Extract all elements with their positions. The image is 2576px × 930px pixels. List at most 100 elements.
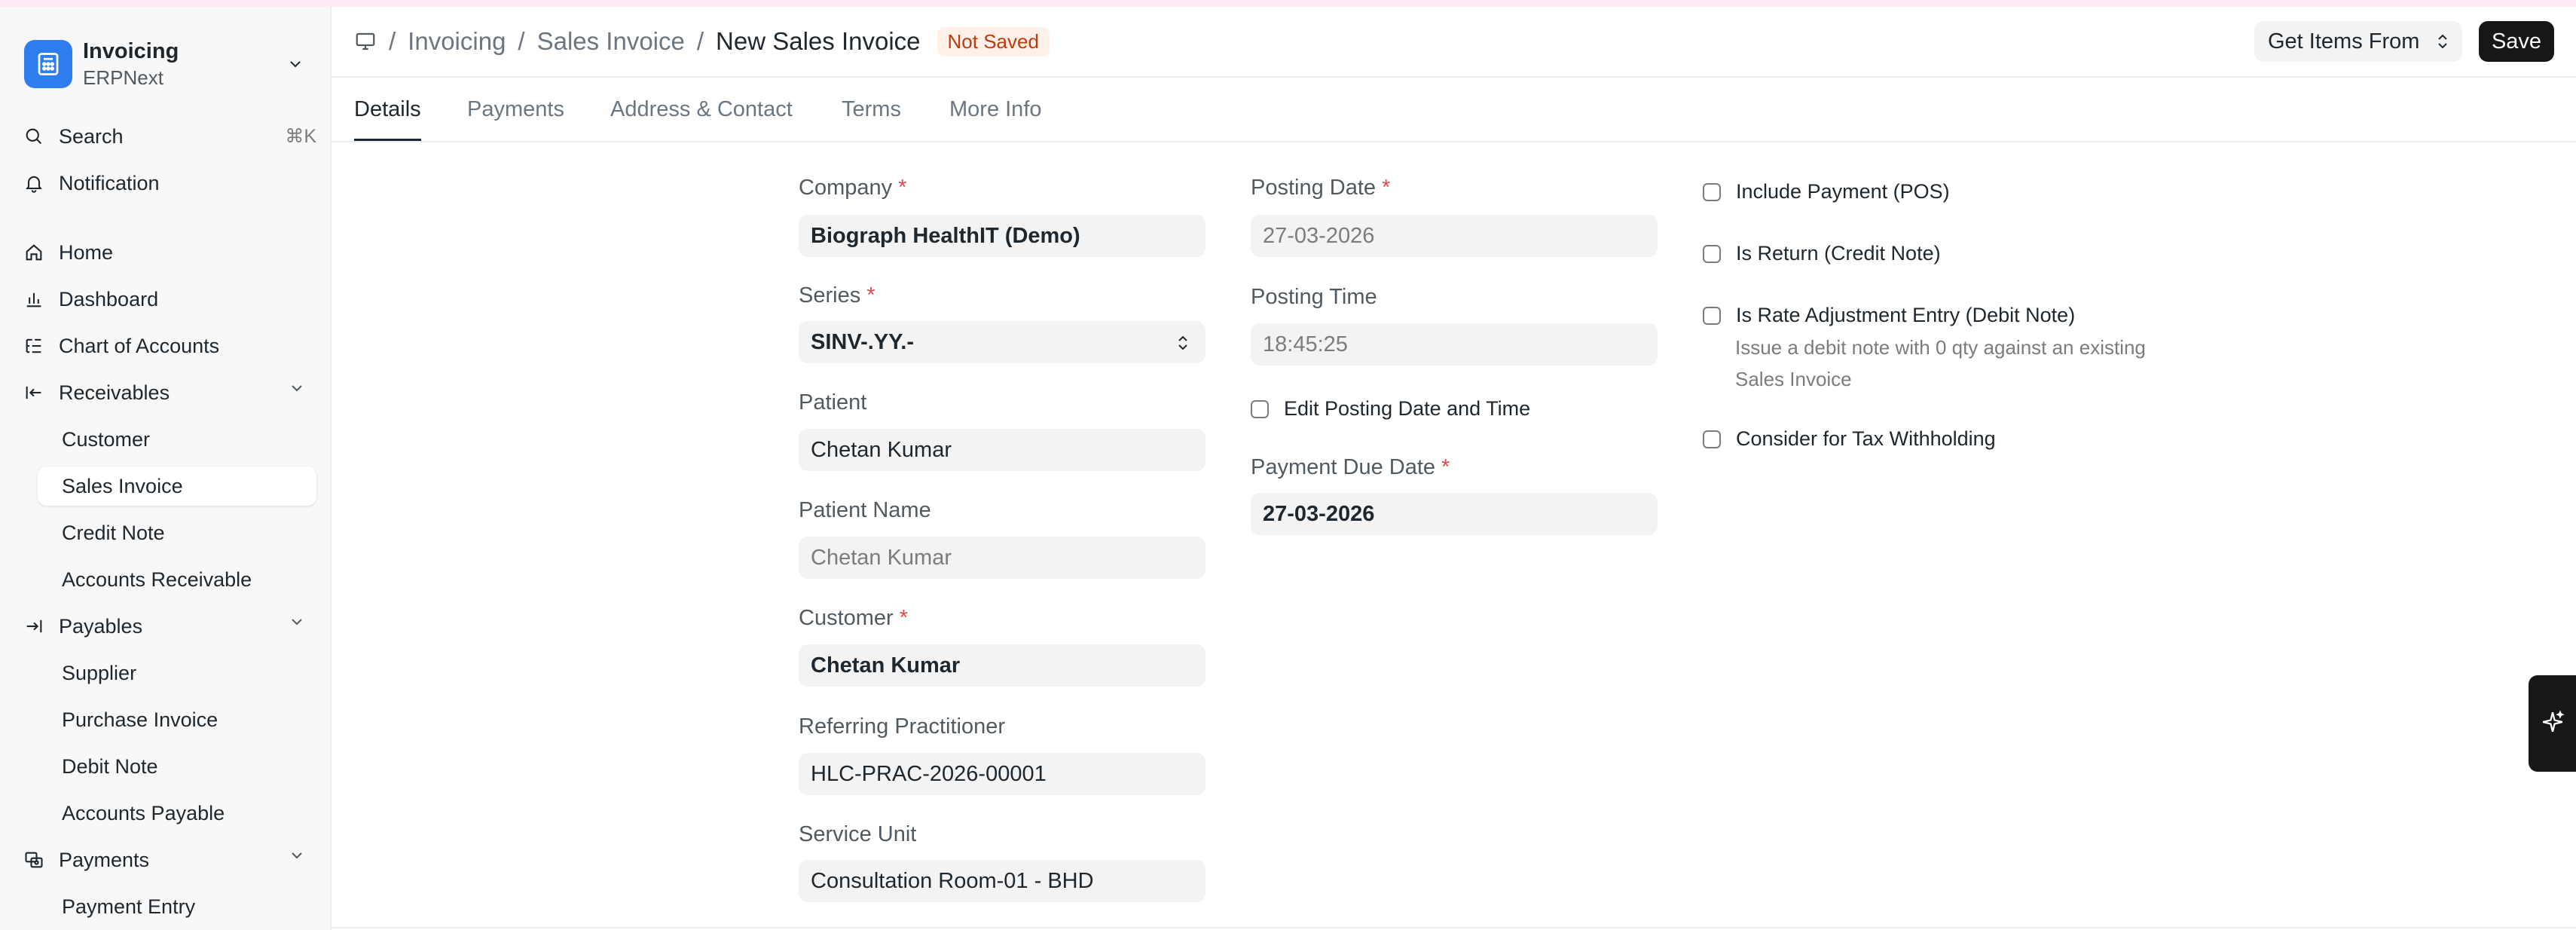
tab-details[interactable]: Details — [354, 91, 421, 141]
edit-posting-checkbox[interactable] — [1251, 399, 1269, 418]
tab-address-contact[interactable]: Address & Contact — [610, 91, 793, 141]
notification-label: Notification — [59, 171, 160, 194]
is-return-label: Is Return (Credit Note) — [1736, 242, 1941, 265]
edit-posting-checkbox-row[interactable]: Edit Posting Date and Time — [1251, 397, 1530, 421]
sidebar-search[interactable]: Search ⌘K — [23, 117, 316, 156]
tax-withholding-checkbox[interactable] — [1703, 430, 1721, 448]
breadcrumb: / Invoicing / Sales Invoice / New Sales … — [354, 25, 1050, 58]
content-bottom-border — [332, 927, 2576, 928]
chevron-down-icon[interactable] — [288, 379, 306, 402]
series-label-text: Series — [799, 283, 861, 307]
chevron-down-icon[interactable] — [288, 846, 306, 870]
payments-icon — [23, 849, 45, 871]
is-return-checkbox-row[interactable]: Is Return (Credit Note) — [1703, 242, 1941, 265]
sidebar-item-payables[interactable]: Payables — [23, 607, 316, 646]
sidebar-item-label: Customer — [62, 427, 151, 451]
bar-chart-icon — [23, 288, 45, 311]
arrow-right-bar-icon — [23, 615, 45, 638]
rate-adjustment-checkbox[interactable] — [1703, 306, 1721, 325]
chevron-down-icon[interactable] — [288, 613, 306, 636]
referring-practitioner-field[interactable]: HLC-PRAC-2026-00001 — [799, 753, 1205, 795]
required-mark: * — [1382, 176, 1391, 200]
sidebar-item-accounts-receivable[interactable]: Accounts Receivable — [38, 560, 316, 599]
breadcrumb-sales-invoice[interactable]: Sales Invoice — [537, 27, 685, 56]
search-label: Search — [59, 124, 124, 148]
tree-list-icon — [23, 335, 45, 357]
required-mark: * — [1441, 455, 1450, 479]
sidebar-item-purchase-invoice[interactable]: Purchase Invoice — [38, 700, 316, 739]
sidebar-item-label: Payments — [59, 848, 150, 871]
include-payment-checkbox[interactable] — [1703, 182, 1721, 201]
tab-more-info[interactable]: More Info — [949, 91, 1042, 141]
customer-field[interactable]: Chetan Kumar — [799, 644, 1205, 687]
sidebar-item-supplier[interactable]: Supplier — [38, 653, 316, 693]
sidebar-item-payments[interactable]: Payments — [23, 840, 316, 880]
sidebar-item-label: Purchase Invoice — [62, 708, 218, 731]
series-value: SINV-.YY.- — [811, 329, 914, 354]
sidebar-item-sales-invoice[interactable]: Sales Invoice — [38, 467, 316, 506]
app-switcher[interactable]: Invoicing ERPNext — [24, 29, 310, 99]
status-badge: Not Saved — [937, 26, 1050, 57]
service-unit-field[interactable]: Consultation Room-01 - BHD — [799, 860, 1205, 902]
sidebar-item-label: Home — [59, 240, 114, 264]
sidebar-item-label: Chart of Accounts — [59, 334, 220, 357]
rate-adjustment-help-text: Issue a debit note with 0 qty against an… — [1735, 336, 2146, 390]
customer-label: Customer * — [799, 606, 908, 631]
sidebar-notification[interactable]: Notification — [23, 164, 316, 203]
tab-payments[interactable]: Payments — [467, 91, 564, 141]
app-subtitle: ERPNext — [83, 66, 163, 89]
form-tabs: Details Payments Address & Contact Terms… — [332, 78, 2576, 142]
sidebar-item-label: Supplier — [62, 661, 137, 684]
save-button[interactable]: Save — [2479, 21, 2554, 62]
rate-adjustment-checkbox-row[interactable]: Is Rate Adjustment Entry (Debit Note) — [1703, 304, 2075, 327]
posting-date-field: 27-03-2026 — [1251, 215, 1658, 257]
include-payment-checkbox-row[interactable]: Include Payment (POS) — [1703, 180, 1950, 203]
posting-time-field: 18:45:25 — [1251, 323, 1658, 366]
payment-due-date-field[interactable]: 27-03-2026 — [1251, 493, 1658, 535]
sidebar-item-chart-of-accounts[interactable]: Chart of Accounts — [23, 326, 316, 366]
get-items-from-button[interactable]: Get Items From — [2254, 21, 2462, 62]
sidebar-item-label: Payment Entry — [62, 895, 196, 918]
invoicing-app-icon — [24, 40, 72, 88]
chevron-down-icon[interactable] — [280, 49, 310, 79]
sidebar-item-dashboard[interactable]: Dashboard — [23, 280, 316, 319]
tax-withholding-checkbox-row[interactable]: Consider for Tax Withholding — [1703, 427, 1996, 451]
sidebar-item-label: Debit Note — [62, 754, 158, 778]
patient-name-label: Patient Name — [799, 498, 931, 522]
select-arrows-icon — [1175, 333, 1190, 359]
tab-terms[interactable]: Terms — [842, 91, 901, 141]
sidebar-item-credit-note[interactable]: Credit Note — [38, 513, 316, 552]
app-title: Invoicing — [83, 39, 179, 63]
patient-field[interactable]: Chetan Kumar — [799, 429, 1205, 471]
service-unit-label: Service Unit — [799, 822, 917, 846]
referring-practitioner-label: Referring Practitioner — [799, 714, 1005, 739]
sidebar-item-debit-note[interactable]: Debit Note — [38, 747, 316, 786]
required-mark: * — [866, 283, 875, 307]
payment-due-date-label-text: Payment Due Date — [1251, 455, 1436, 479]
rate-adjustment-label: Is Rate Adjustment Entry (Debit Note) — [1736, 304, 2076, 326]
home-icon — [23, 241, 45, 264]
sidebar-item-accounts-payable[interactable]: Accounts Payable — [38, 794, 316, 833]
company-field[interactable]: Biograph HealthIT (Demo) — [799, 215, 1205, 257]
sidebar-item-home[interactable]: Home — [23, 233, 316, 272]
include-payment-label: Include Payment (POS) — [1736, 180, 1950, 203]
sidebar-item-payment-entry[interactable]: Payment Entry — [38, 887, 316, 926]
sidebar-item-receivables[interactable]: Receivables — [23, 373, 316, 412]
desktop-icon[interactable] — [354, 30, 377, 53]
search-shortcut: ⌘K — [285, 126, 316, 147]
breadcrumb-invoicing[interactable]: Invoicing — [408, 27, 506, 56]
posting-date-label-text: Posting Date — [1251, 176, 1377, 200]
is-return-checkbox[interactable] — [1703, 244, 1721, 263]
sidebar-item-label: Sales Invoice — [62, 474, 183, 497]
arrow-left-bar-icon — [23, 381, 45, 404]
patient-name-field: Chetan Kumar — [799, 537, 1205, 579]
posting-time-label: Posting Time — [1251, 285, 1377, 309]
posting-date-label: Posting Date * — [1251, 176, 1390, 200]
ai-assistant-button[interactable] — [2529, 675, 2576, 772]
company-label: Company * — [799, 176, 906, 200]
sidebar-item-label: Accounts Payable — [62, 801, 225, 824]
sidebar-item-customer[interactable]: Customer — [38, 420, 316, 459]
sparkle-icon — [2540, 709, 2565, 739]
series-select[interactable]: SINV-.YY.- — [799, 321, 1205, 363]
sidebar-item-label: Receivables — [59, 381, 170, 404]
